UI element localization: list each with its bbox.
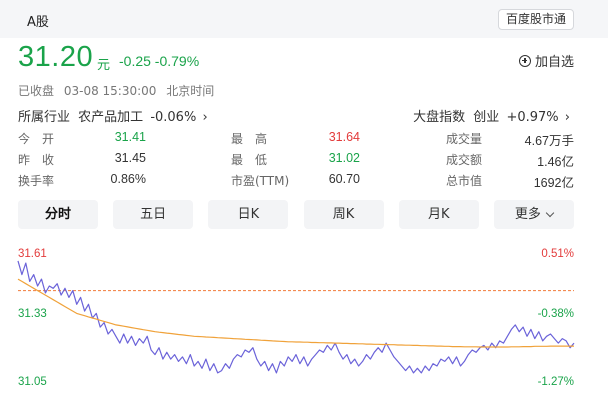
industry-link[interactable]: 所属行业 农产品加工 -0.06% › — [18, 106, 208, 125]
stat-amount-value: 1.46亿 — [537, 155, 574, 169]
stat-prev-close-label: 昨 收 — [18, 153, 55, 167]
stat-market-cap-value: 1692亿 — [533, 176, 574, 190]
source-badge[interactable]: 百度股市通 — [497, 9, 574, 30]
status-text: 已收盘 — [18, 84, 55, 98]
tab-more[interactable]: 更多 — [493, 200, 574, 229]
average-series-line — [17, 278, 574, 348]
y-axis-top-right: 0.51% — [541, 248, 574, 260]
price-series-line — [17, 260, 575, 374]
stat-volume-label: 成交量 — [446, 132, 483, 146]
stat-open-label: 今 开 — [18, 132, 55, 146]
price-change: -0.25 -0.79% — [119, 53, 200, 69]
chevron-down-icon — [545, 208, 555, 217]
index-name: 创业 — [473, 110, 500, 125]
tab-five-day[interactable]: 五日 — [113, 200, 194, 229]
index-link[interactable]: 大盘指数 创业 +0.97% › — [413, 106, 570, 125]
stat-amount-label: 成交额 — [446, 153, 483, 167]
status-datetime: 03-08 15:30:00 — [63, 84, 157, 98]
tab-weekly-k[interactable]: 周K — [303, 200, 384, 229]
tab-more-label: 更多 — [514, 207, 541, 222]
stat-volume-value: 4.67万手 — [524, 134, 574, 148]
y-axis-top-left: 31.61 — [18, 248, 47, 260]
industry-name: 农产品加工 — [78, 110, 144, 125]
market-tag: A股 — [27, 15, 49, 30]
stat-pe-value: 60.70 — [328, 172, 360, 186]
stat-open-value: 31.41 — [114, 130, 146, 144]
tab-daily-k[interactable]: 日K — [208, 200, 289, 229]
stat-prev-close-value: 31.45 — [114, 151, 146, 165]
stat-turnover-label: 换手率 — [18, 174, 55, 188]
y-axis-bottom-left: 31.05 — [18, 376, 47, 388]
header-bar: A股 百度股市通 — [0, 0, 608, 38]
intraday-chart[interactable]: 31.61 31.33 31.05 0.51% -0.38% -1.27% — [0, 240, 608, 400]
index-label: 大盘指数 — [413, 110, 466, 125]
price-unit: 元 — [97, 58, 111, 73]
chevron-right-icon: › — [202, 110, 208, 125]
industry-change: -0.06% — [150, 110, 197, 125]
tab-intraday[interactable]: 分时 — [18, 200, 98, 229]
stat-high-label: 最 高 — [231, 132, 268, 146]
status-timezone: 北京时间 — [166, 84, 215, 98]
intraday-chart-svg — [17, 260, 575, 374]
plus-circle-icon — [518, 54, 531, 67]
current-price: 31.20 — [18, 41, 94, 73]
y-axis-bottom-right: -1.27% — [537, 376, 574, 388]
stat-low-value: 31.02 — [328, 151, 360, 165]
stat-turnover-value: 0.86% — [110, 172, 146, 186]
y-axis-mid-right: -0.38% — [537, 308, 574, 320]
chevron-right-icon: › — [564, 110, 570, 125]
stat-low-label: 最 低 — [231, 153, 268, 167]
chart-period-tabs: 分时 五日 日K 周K 月K 更多 — [18, 200, 574, 229]
tab-monthly-k[interactable]: 月K — [398, 200, 479, 229]
industry-label: 所属行业 — [18, 110, 71, 125]
y-axis-mid-left: 31.33 — [18, 308, 47, 320]
add-watchlist-button[interactable]: 加自选 — [518, 51, 574, 70]
add-watchlist-label: 加自选 — [534, 55, 574, 70]
stat-high-value: 31.64 — [328, 130, 360, 144]
stat-pe-label: 市盈(TTM) — [231, 174, 290, 188]
index-change: +0.97% — [506, 110, 559, 125]
stat-market-cap-label: 总市值 — [446, 174, 483, 188]
market-status: 已收盘 03-08 15:30:00 北京时间 — [18, 82, 214, 99]
